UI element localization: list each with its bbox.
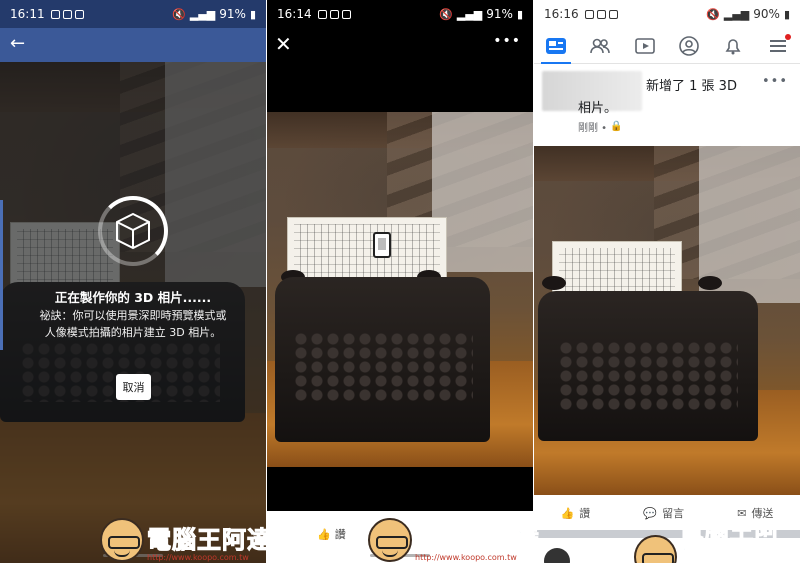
profile-icon [679,35,699,56]
friends-icon [590,38,611,53]
mascot-face-icon [368,518,412,562]
signal-icon: ▂▄▆ [189,7,216,21]
watermark-brand: 電腦王阿達 [147,526,272,554]
like-button[interactable]: 👍 讚 [561,505,591,521]
mute-icon: 🔇 [706,7,720,21]
status-bar: 16:16 🔇 ▂▄▆ 90% ▮ [534,0,800,28]
creating-3d-photo-screen: 16:11 🔇 ▂▄▆ 91% ▮ ← 正在製作你的 3D 相片...... 祕… [0,0,266,563]
post-meta: 剛剛 • 🔒 [578,119,623,134]
more-options-icon[interactable]: ••• [493,33,521,49]
like-label: 讚 [579,507,591,520]
status-time: 16:14 [277,7,312,21]
watermark-logo: 電腦王阿達 http://www.koopo.com.tw [368,518,540,562]
mascot-face-icon [634,535,677,563]
signal-icon: ▂▄▆ [456,7,483,21]
status-bar: 16:11 🔇 ▂▄▆ 91% ▮ [0,0,266,28]
post-3d-photo[interactable] [534,146,800,495]
post-header: 新增了 1 張 3D 相片。 剛剛 • 🔒 ••• [534,68,800,140]
battery-level: 90% [753,7,780,21]
watermark-brand: 電腦王阿達 [415,526,540,554]
post-options-icon[interactable]: ••• [762,74,788,89]
cancel-button[interactable]: 取消 [116,374,151,400]
status-bar: 16:14 🔇 ▂▄▆ 91% ▮ [267,0,533,28]
notification-icons [50,9,84,19]
menu-notification-dot [784,33,791,40]
notification-icons [584,9,618,19]
lock-icon: 🔒 [610,121,623,132]
close-icon[interactable]: ✕ [275,32,292,56]
status-right: 🔇 ▂▄▆ 91% ▮ [439,7,523,21]
3d-phone-icon [373,232,391,258]
side-edge-indicator [0,200,3,350]
mascot-face-icon [100,518,144,562]
status-right: 🔇 ▂▄▆ 90% ▮ [706,7,790,21]
tab-watch[interactable] [630,32,660,60]
watermark-brand: 電腦王阿達 [679,517,780,563]
facebook-tab-bar [534,28,800,64]
news-feed-screen: 16:16 🔇 ▂▄▆ 90% ▮ 新增了 1 張 3D 相片。 剛剛 • 🔒 … [534,0,800,563]
battery-icon: ▮ [249,7,256,21]
tab-profile[interactable] [674,32,704,60]
like-label: 讚 [334,528,346,541]
thumbs-up-icon: 👍 [317,527,331,541]
battery-level: 91% [486,7,513,21]
3d-typewriter-photo[interactable] [267,112,533,467]
status-time: 16:11 [10,7,45,21]
battery-icon: ▮ [783,7,790,21]
app-bar: ← [0,28,266,62]
hamburger-menu-icon [769,39,786,52]
tab-menu[interactable] [763,32,793,60]
3d-photo-viewer-screen: 16:14 🔇 ▂▄▆ 91% ▮ ✕ ••• 👍 讚 [267,0,533,563]
post-timestamp[interactable]: 剛剛 • [578,119,607,134]
status-time: 16:16 [544,7,579,21]
mute-icon: 🔇 [439,7,453,21]
watermark-url: http://www.koopo.com.tw [415,553,517,562]
tab-friends[interactable] [585,32,615,60]
post-text: 新增了 1 張 3D 相片。 [578,79,737,116]
cube-icon [116,212,150,250]
status-right: 🔇 ▂▄▆ 91% ▮ [172,7,256,21]
watermark-logo: 電腦王阿達 http://www.koopo.com.tw [100,518,272,562]
signal-icon: ▂▄▆ [723,7,750,21]
tab-news-feed[interactable] [541,32,572,64]
notification-icons [317,9,351,19]
watermark-url: http://www.koopo.com.tw [147,553,249,562]
battery-level: 91% [219,7,246,21]
thumbs-up-icon: 👍 [560,506,575,520]
watermark-logo: 電腦王阿達 http://www.koopo.com.tw [634,518,800,563]
mute-icon: 🔇 [172,7,186,21]
back-arrow-icon[interactable]: ← [10,34,25,54]
news-feed-icon [546,37,567,54]
tab-notifications[interactable] [718,32,748,60]
loading-title: 正在製作你的 3D 相片...... [54,290,212,305]
watch-video-icon [635,37,655,54]
like-button[interactable]: 👍 讚 [317,526,346,542]
bell-icon [725,38,741,54]
tip-text: 祕訣：你可以使用景深即時預覽模式或人像模式拍攝的相片建立 3D 相片。 [39,309,227,339]
battery-icon: ▮ [516,7,523,21]
